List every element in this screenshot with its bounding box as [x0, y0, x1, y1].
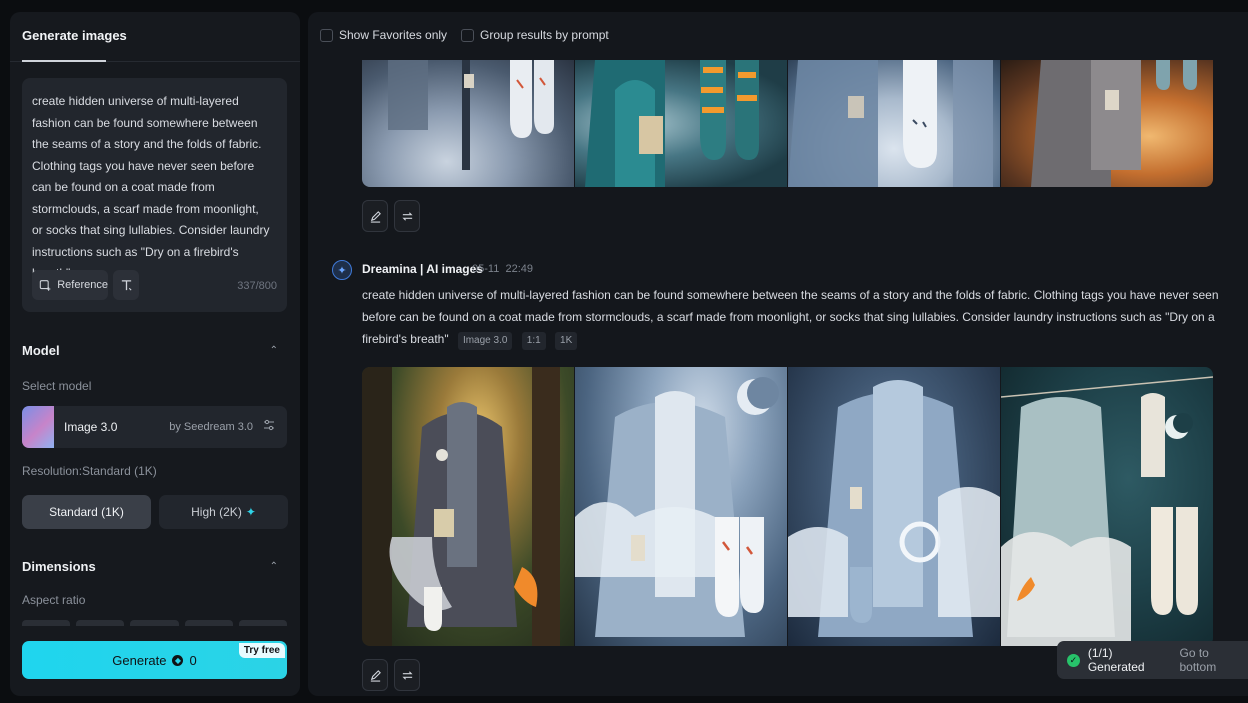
- reference-button[interactable]: Reference: [32, 270, 108, 300]
- message-author: Dreamina | AI images: [362, 262, 483, 276]
- generation-status: (1/1) Generated: [1087, 646, 1145, 674]
- tag-model: Image 3.0: [457, 332, 513, 350]
- coat-illustration: [388, 60, 554, 170]
- app-window: Generate images create hidden universe o…: [0, 0, 1248, 703]
- pencil-icon: [370, 669, 381, 682]
- select-model-label: Select model: [22, 379, 92, 393]
- coat-illustration: [585, 60, 759, 187]
- go-to-bottom-link[interactable]: Go to bottom: [1180, 646, 1248, 674]
- generation-status-toast: ✓ (1/1) Generated Go to bottom: [1057, 641, 1248, 679]
- model-name: Image 3.0: [64, 420, 118, 434]
- repeat-icon: [401, 211, 413, 221]
- message-prompt: create hidden universe of multi-layered …: [362, 284, 1246, 350]
- show-favorites-checkbox[interactable]: Show Favorites only: [320, 28, 447, 42]
- tag-ratio: 1:1: [521, 332, 546, 350]
- resolution-standard-label: Standard (1K): [49, 505, 124, 519]
- coat-illustration: [362, 367, 560, 646]
- dreamina-avatar-icon: ✦: [332, 260, 352, 280]
- prompt-input-box[interactable]: create hidden universe of multi-layered …: [22, 78, 287, 312]
- result-image[interactable]: [1001, 367, 1213, 646]
- message-time: 22:49: [505, 263, 533, 275]
- chevron-up-icon[interactable]: ⌃: [270, 345, 278, 356]
- aspect-ratio-option[interactable]: [130, 620, 179, 626]
- result-image[interactable]: [362, 60, 574, 187]
- coat-illustration: [1001, 376, 1213, 646]
- coat-illustration: [788, 60, 993, 187]
- resolution-high-label: High (2K): [191, 505, 242, 519]
- previous-result-images: [362, 60, 1213, 187]
- regenerate-button[interactable]: [394, 659, 420, 691]
- active-tab-indicator: [22, 60, 106, 62]
- coat-illustration: [1031, 60, 1197, 187]
- sparkle-icon: ✦: [245, 505, 256, 519]
- message-date: 05-11: [472, 263, 500, 275]
- panel-tabs: Generate images: [10, 12, 300, 62]
- generate-button[interactable]: Generate ◆ 0 Try free: [22, 641, 287, 679]
- result-image[interactable]: [1001, 60, 1213, 187]
- aspect-ratio-options: [22, 620, 288, 626]
- model-section-title: Model: [22, 343, 60, 358]
- check-circle-icon: ✓: [1067, 653, 1080, 667]
- generate-label: Generate: [112, 652, 167, 668]
- credit-icon: ◆: [172, 654, 184, 666]
- result-image[interactable]: [788, 60, 1000, 187]
- resolution-high-button[interactable]: High (2K) ✦: [159, 495, 288, 529]
- model-selector[interactable]: Image 3.0 by Seedream 3.0: [22, 406, 287, 448]
- aspect-ratio-option[interactable]: [238, 620, 288, 626]
- text-style-button[interactable]: [113, 270, 139, 300]
- model-provider: by Seedream 3.0: [169, 421, 253, 433]
- sliders-icon[interactable]: [263, 419, 275, 434]
- generate-cost: 0: [189, 652, 197, 668]
- tab-generate-images[interactable]: Generate images: [22, 28, 127, 43]
- result-image[interactable]: [788, 367, 1000, 646]
- dimensions-section-title: Dimensions: [22, 559, 96, 574]
- pencil-icon: [370, 210, 381, 223]
- image-reference-icon: [39, 279, 51, 291]
- result-image[interactable]: [362, 367, 574, 646]
- checkbox-icon: [461, 28, 475, 42]
- generated-images: [362, 367, 1213, 646]
- model-thumbnail: [22, 406, 54, 448]
- text-format-icon: [121, 279, 132, 291]
- regenerate-button[interactable]: [394, 200, 420, 232]
- group-by-prompt-label: Group results by prompt: [480, 28, 609, 42]
- repeat-icon: [401, 670, 413, 680]
- results-panel: Show Favorites only Group results by pro…: [308, 12, 1248, 696]
- group-by-prompt-checkbox[interactable]: Group results by prompt: [461, 28, 609, 42]
- character-count: 337/800: [237, 280, 277, 292]
- chevron-up-icon[interactable]: ⌃: [270, 561, 278, 572]
- aspect-ratio-option[interactable]: [184, 620, 233, 626]
- edit-button[interactable]: [362, 659, 388, 691]
- aspect-ratio-option[interactable]: [76, 620, 125, 626]
- checkbox-icon: [320, 28, 333, 42]
- results-filters: Show Favorites only Group results by pro…: [320, 28, 609, 42]
- result-image[interactable]: [575, 367, 787, 646]
- aspect-ratio-label: Aspect ratio: [22, 593, 86, 607]
- edit-button[interactable]: [362, 200, 388, 232]
- aspect-ratio-option[interactable]: [22, 620, 71, 626]
- generate-panel: Generate images create hidden universe o…: [10, 12, 300, 696]
- result-image[interactable]: [575, 60, 787, 187]
- coat-illustration: [788, 380, 1000, 637]
- reference-label: Reference: [57, 279, 108, 291]
- try-free-badge: Try free: [238, 643, 285, 658]
- resolution-standard-button[interactable]: Standard (1K): [22, 495, 151, 529]
- coat-illustration: [575, 377, 779, 637]
- show-favorites-label: Show Favorites only: [339, 28, 448, 42]
- resolution-label: Resolution:Standard (1K): [22, 464, 157, 478]
- message-timestamp: 05-11 22:49: [472, 263, 533, 275]
- prompt-text[interactable]: create hidden universe of multi-layered …: [32, 91, 272, 285]
- tag-resolution: 1K: [555, 332, 578, 350]
